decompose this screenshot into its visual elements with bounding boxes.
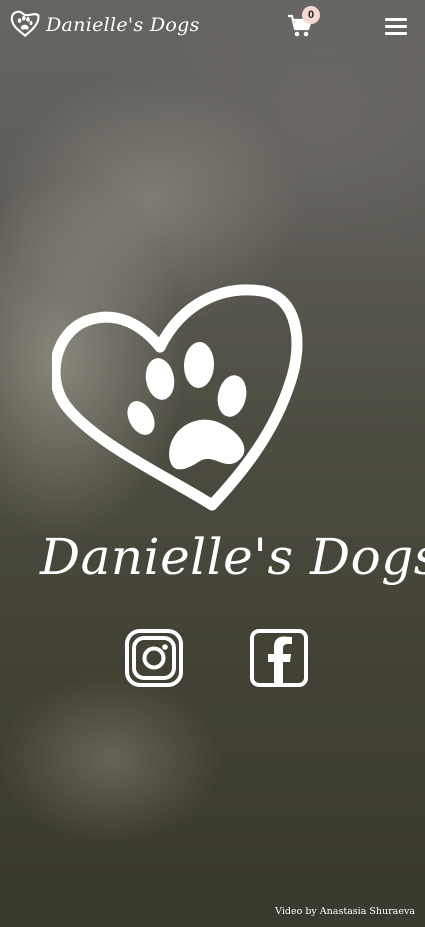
facebook-link[interactable] bbox=[249, 628, 309, 688]
facebook-icon bbox=[249, 629, 309, 692]
brand-name: Danielle's Dogs bbox=[46, 14, 200, 36]
instagram-icon bbox=[124, 629, 184, 692]
instagram-link[interactable] bbox=[124, 628, 184, 688]
hero-brand-name: Danielle's Dogs bbox=[40, 528, 425, 586]
hamburger-icon-bar bbox=[385, 32, 407, 35]
menu-toggle-button[interactable] bbox=[385, 18, 407, 36]
shopping-cart-icon bbox=[287, 14, 313, 42]
hamburger-icon-bar bbox=[385, 18, 407, 21]
hero-heart-paw-logo-icon bbox=[49, 283, 304, 513]
video-credit: Video by Anastasia Shuraeva bbox=[275, 906, 415, 917]
cart-count-badge: 0 bbox=[302, 6, 320, 24]
heart-paw-logo-icon bbox=[10, 8, 40, 42]
hamburger-icon-bar bbox=[385, 25, 407, 28]
home-logo-link[interactable]: Danielle's Dogs bbox=[10, 9, 200, 41]
